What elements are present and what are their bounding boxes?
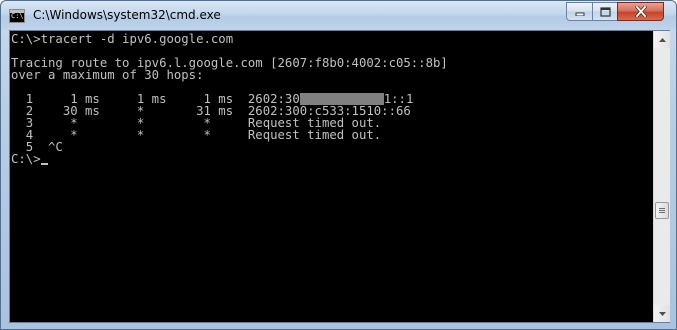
console-line-hop-4: 4 * * * Request timed out. bbox=[11, 128, 382, 142]
window-title: C:\Windows\system32\cmd.exe bbox=[33, 8, 221, 22]
thumb-grip-line bbox=[659, 208, 665, 209]
console-line-prompt: C:\> bbox=[11, 153, 653, 165]
console-client-area: C:\>tracert -d ipv6.google.com Tracing r… bbox=[9, 30, 670, 323]
maximize-icon bbox=[599, 6, 611, 17]
close-button[interactable] bbox=[617, 2, 664, 21]
scroll-up-button[interactable] bbox=[654, 31, 670, 48]
text-cursor bbox=[40, 163, 48, 165]
title-bar[interactable]: C:\ C:\Windows\system32\cmd.exe bbox=[1, 1, 676, 30]
vertical-scrollbar[interactable] bbox=[653, 31, 670, 322]
console-line-max-hops: over a maximum of 30 hops: bbox=[11, 68, 204, 82]
prompt-text: C:\> bbox=[11, 152, 41, 166]
scrollbar-thumb[interactable] bbox=[655, 202, 669, 219]
console-line-command: C:\>tracert -d ipv6.google.com bbox=[11, 32, 234, 46]
arrow-up-icon bbox=[658, 37, 666, 42]
cmd-window: C:\ C:\Windows\system32\cmd.exe C:\>trac… bbox=[0, 0, 677, 330]
maximize-button[interactable] bbox=[592, 2, 618, 21]
arrow-down-icon bbox=[658, 311, 666, 316]
cmd-console-icon[interactable]: C:\ bbox=[9, 9, 25, 23]
thumb-grip-line bbox=[659, 212, 665, 213]
console-output[interactable]: C:\>tracert -d ipv6.google.com Tracing r… bbox=[10, 31, 653, 322]
scroll-down-button[interactable] bbox=[654, 305, 670, 322]
minimize-icon bbox=[575, 12, 584, 16]
close-icon bbox=[634, 6, 647, 17]
minimize-button[interactable] bbox=[566, 2, 593, 21]
thumb-grip-line bbox=[659, 210, 665, 211]
cmd-icon-text: C:\ bbox=[11, 12, 24, 20]
console-line-hop-5: 5 ^C bbox=[11, 140, 63, 154]
